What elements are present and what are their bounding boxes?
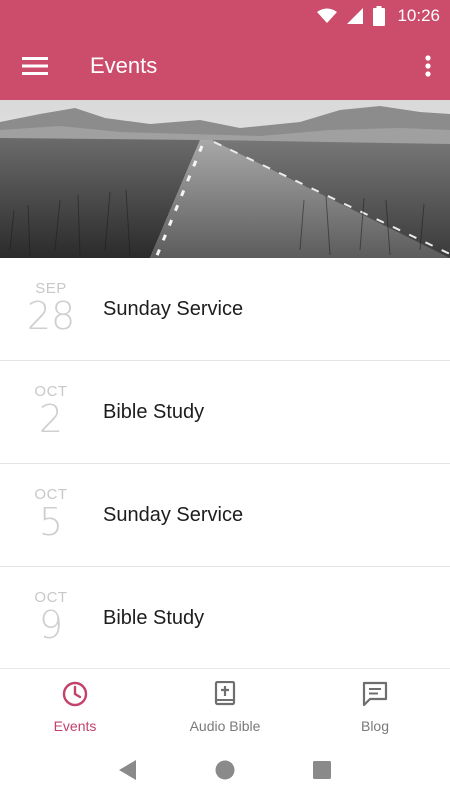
event-day: 5 [38,500,64,544]
status-time: 10:26 [397,6,440,25]
event-date: OCT 2 [22,383,80,438]
clock-icon [62,681,88,712]
nav-label: Audio Bible [189,718,261,734]
event-title: Bible Study [103,401,205,423]
status-bar: 10:26 [0,0,450,32]
hamburger-menu-icon[interactable] [22,52,48,80]
event-day: 28 [26,294,76,338]
recents-icon[interactable] [310,758,334,782]
cell-signal-icon [347,8,364,24]
event-day: 2 [38,397,64,441]
back-icon[interactable] [116,758,140,782]
event-date: OCT 9 [22,589,80,644]
event-date: OCT 5 [22,486,80,541]
nav-item-blog[interactable]: Blog [300,669,450,740]
nav-item-events[interactable]: Events [0,669,150,740]
event-date: SEP 28 [22,280,80,335]
list-item[interactable]: OCT 5 Sunday Service [0,464,450,567]
page-title: Events [90,53,158,78]
bottom-navigation: Events Audio Bible Blog [0,668,450,740]
hero-image [0,100,450,258]
list-item[interactable]: OCT 9 Bible Study [0,567,450,670]
event-title: Bible Study [103,607,205,629]
app-bar: Events [0,32,450,100]
comment-icon [362,681,388,712]
nav-item-audio-bible[interactable]: Audio Bible [150,669,300,740]
bible-icon [213,680,237,712]
list-item[interactable]: OCT 2 Bible Study [0,361,450,464]
home-icon[interactable] [213,758,237,782]
events-list: SEP 28 Sunday Service OCT 2 Bible Study … [0,258,450,670]
event-title: Sunday Service [103,504,244,526]
nav-label: Events [53,718,97,734]
nav-label: Blog [360,718,390,734]
more-vertical-icon[interactable] [420,50,436,82]
event-title: Sunday Service [103,298,244,320]
battery-icon [373,6,386,26]
system-navigation-bar [0,740,450,800]
wifi-icon [317,8,338,24]
list-item[interactable]: SEP 28 Sunday Service [0,258,450,361]
event-day: 9 [38,603,64,647]
